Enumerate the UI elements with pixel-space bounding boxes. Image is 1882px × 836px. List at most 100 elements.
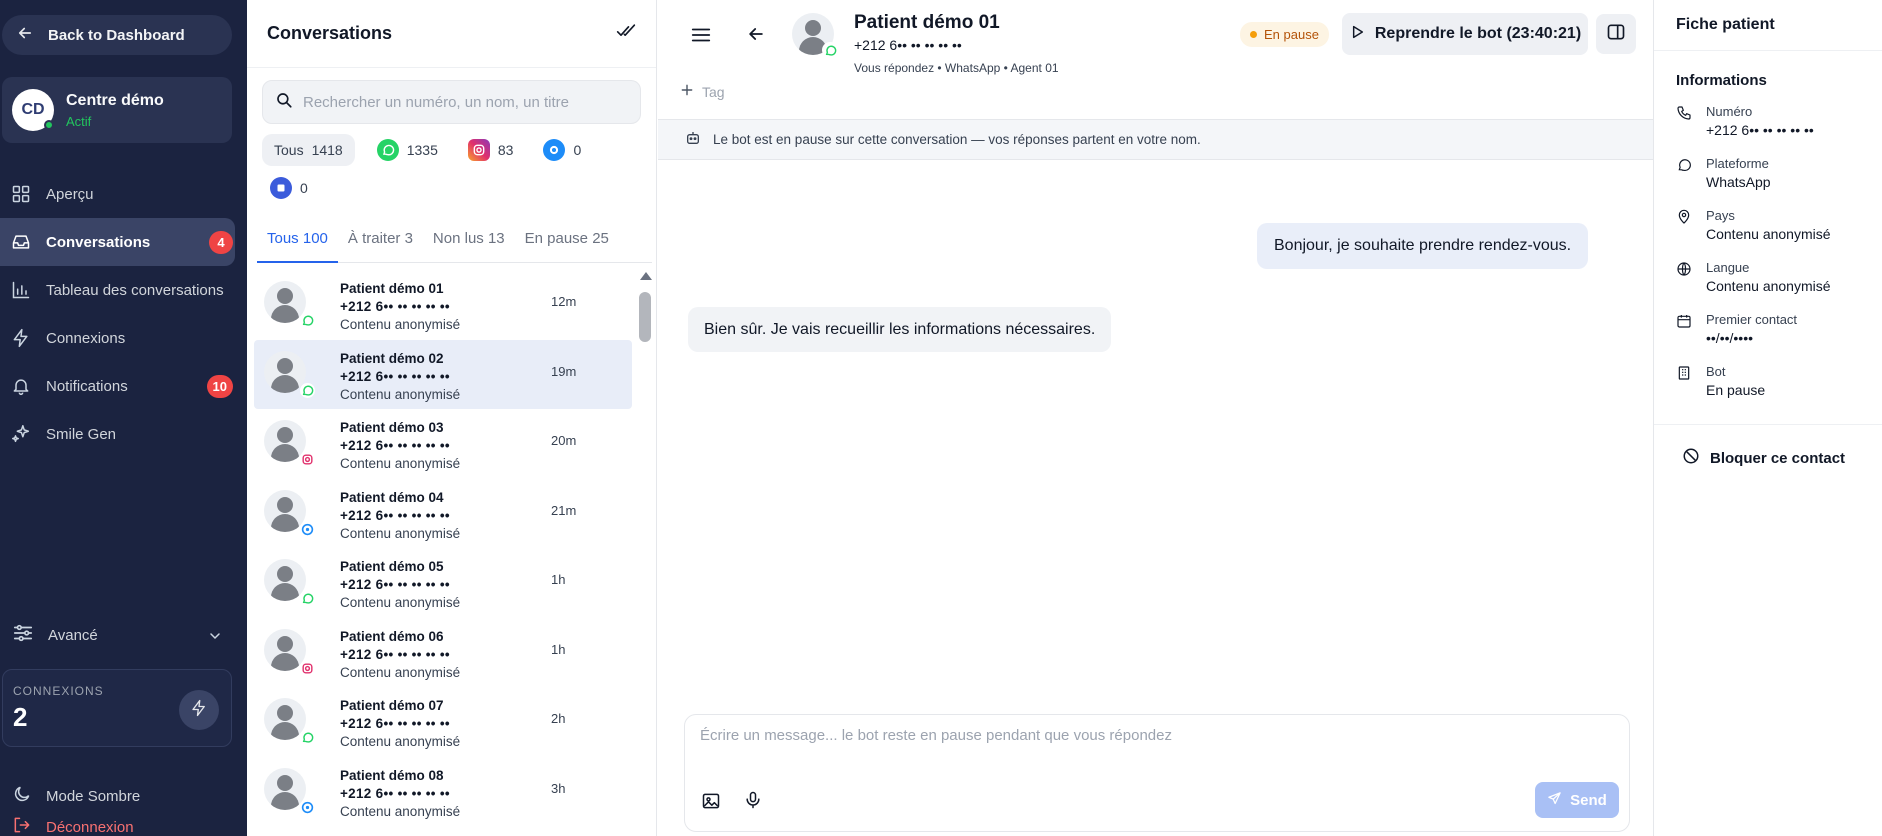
block-icon — [1682, 447, 1700, 469]
row-preview: Contenu anonymisé — [340, 734, 461, 749]
center-name: Centre démo — [66, 91, 164, 109]
conversation-row[interactable]: Patient démo 07 +212 6•• •• •• •• •• Con… — [254, 687, 632, 757]
avatar — [264, 767, 306, 810]
row-preview: Contenu anonymisé — [340, 386, 461, 402]
block-contact-label: Bloquer ce contact — [1710, 449, 1846, 467]
messenger-icon — [300, 521, 315, 537]
patient-panel: Fiche patient Informations Numéro +212 6… — [1653, 0, 1882, 836]
building-icon — [1676, 365, 1692, 386]
row-preview: Contenu anonymisé — [340, 456, 461, 471]
sidebar-item-apercu[interactable]: Aperçu — [0, 170, 247, 218]
message-outgoing: Bonjour, je souhaite prendre rendez-vous… — [1257, 223, 1589, 269]
conversation-row[interactable]: Patient démo 03 +212 6•• •• •• •• •• Con… — [254, 409, 632, 479]
row-phone: +212 6•• •• •• •• •• — [340, 507, 450, 523]
filter-all-label: Tous — [274, 142, 304, 158]
mark-all-read-icon[interactable] — [616, 21, 636, 46]
filter-whatsapp[interactable]: 1335 — [369, 134, 446, 166]
sidebar-item-conversations[interactable]: Conversations 4 — [0, 218, 235, 266]
chat-square-icon — [270, 177, 292, 199]
sidebar-item-connexions[interactable]: Connexions — [0, 314, 247, 362]
instagram-icon — [300, 452, 315, 467]
row-phone: +212 6•• •• •• •• •• — [340, 577, 450, 592]
conversation-row[interactable]: Patient démo 04 +212 6•• •• •• •• •• Con… — [254, 479, 632, 549]
avatar — [264, 628, 306, 671]
arrow-left-icon[interactable] — [746, 24, 766, 49]
sidebar-item-label: Aperçu — [46, 185, 94, 203]
map-pin-icon — [1676, 209, 1692, 230]
advanced-section-toggle[interactable]: Avancé — [0, 616, 235, 654]
tab-tous[interactable]: Tous 100 — [257, 222, 338, 263]
resume-bot-button[interactable]: Reprendre le bot (23:40:21) — [1342, 13, 1588, 55]
add-tag-button[interactable]: Tag — [680, 83, 725, 100]
row-name: Patient démo 08 — [340, 767, 444, 783]
send-button[interactable]: Send — [1535, 782, 1619, 818]
row-time: 1h — [551, 572, 566, 587]
center-status: Actif — [66, 113, 92, 129]
tab-en-pause[interactable]: En pause 25 — [515, 222, 619, 263]
conversation-row[interactable]: Patient démo 01 +212 6•• •• •• •• •• Con… — [254, 270, 632, 340]
chevron-down-icon — [207, 628, 223, 648]
toggle-side-panel-button[interactable] — [1596, 14, 1636, 54]
logout-button[interactable]: Déconnexion — [12, 815, 134, 836]
info-value: +212 6•• •• •• •• •• — [1706, 122, 1814, 138]
connections-button[interactable] — [179, 690, 219, 730]
sidebar-item-label: Tableau des conversations — [46, 281, 224, 299]
search-field[interactable] — [262, 80, 641, 124]
filter-messenger-count: 0 — [573, 142, 582, 158]
sidebar-item-notifications[interactable]: Notifications 10 — [0, 362, 247, 410]
row-name: Patient démo 01 — [340, 281, 444, 296]
whatsapp-icon — [300, 591, 315, 606]
row-phone: +212 6•• •• •• •• •• — [340, 646, 450, 662]
row-time: 20m — [551, 433, 577, 448]
back-to-dashboard-button[interactable]: Back to Dashboard — [2, 15, 232, 55]
row-preview: Contenu anonymisé — [340, 595, 461, 610]
row-phone: +212 6•• •• •• •• •• — [340, 438, 450, 453]
status-badge: En pause — [1240, 22, 1329, 47]
dark-mode-toggle[interactable]: Mode Sombre — [12, 784, 140, 808]
info-label: Numéro — [1706, 104, 1753, 119]
filter-instagram[interactable]: 83 — [460, 134, 522, 166]
menu-icon[interactable] — [690, 24, 712, 51]
whatsapp-icon — [822, 42, 838, 58]
conversation-row[interactable]: Patient démo 08 +212 6•• •• •• •• •• Con… — [254, 757, 632, 827]
tab-a-traiter[interactable]: À traiter 3 — [338, 222, 423, 263]
whatsapp-icon — [300, 730, 315, 745]
bot-icon — [685, 130, 701, 149]
row-preview: Contenu anonymisé — [340, 803, 461, 819]
whatsapp-icon — [376, 139, 399, 161]
sidebar-nav: Aperçu Conversations 4 Tableau des conve… — [0, 170, 247, 458]
center-card[interactable]: CD Centre démo Actif — [2, 77, 232, 143]
logout-label: Déconnexion — [46, 818, 134, 836]
conversation-list-panel: Conversations Tous 1418 1335 — [247, 0, 657, 836]
tab-non-lus[interactable]: Non lus 13 — [423, 222, 515, 263]
microphone-icon[interactable] — [743, 790, 763, 815]
block-contact-button[interactable]: Bloquer ce contact — [1682, 447, 1845, 469]
row-phone: +212 6•• •• •• •• •• — [340, 368, 450, 384]
conversation-row[interactable]: Patient démo 06 +212 6•• •• •• •• •• Con… — [254, 618, 632, 688]
conversation-row[interactable]: Patient démo 02 +212 6•• •• •• •• •• Con… — [254, 339, 632, 409]
image-attach-icon[interactable] — [701, 791, 721, 816]
online-status-dot — [44, 120, 54, 130]
sidebar-item-tableau[interactable]: Tableau des conversations — [0, 266, 247, 314]
info-value: WhatsApp — [1706, 174, 1771, 190]
filter-other-platform[interactable]: 0 — [262, 172, 316, 204]
info-value: ••/••/•••• — [1706, 330, 1753, 346]
filter-messenger[interactable]: 0 — [535, 134, 589, 166]
conversation-row[interactable]: Patient démo 05 +212 6•• •• •• •• •• Con… — [254, 548, 632, 618]
information-section-title: Informations — [1676, 72, 1767, 89]
patient-panel-title: Fiche patient — [1676, 16, 1775, 33]
filter-instagram-count: 83 — [497, 142, 514, 158]
sidebar-item-label: Connexions — [46, 329, 126, 347]
status-dot — [1250, 31, 1257, 38]
message-input[interactable] — [700, 727, 1600, 767]
filter-all[interactable]: Tous 1418 — [262, 134, 355, 166]
search-input[interactable] — [303, 93, 623, 111]
message-composer: Send — [684, 714, 1630, 832]
conversation-list-scrollbar[interactable] — [639, 292, 651, 342]
side-panel-icon — [1606, 22, 1626, 47]
row-time: 19m — [551, 363, 577, 379]
scroll-up-arrow[interactable] — [640, 272, 652, 280]
sidebar-item-smile-gen[interactable]: Smile Gen — [0, 410, 247, 458]
sidebar-item-label: Conversations — [46, 233, 151, 251]
conversation-tabs: Tous 100 À traiter 3 Non lus 13 En pause… — [257, 222, 652, 263]
